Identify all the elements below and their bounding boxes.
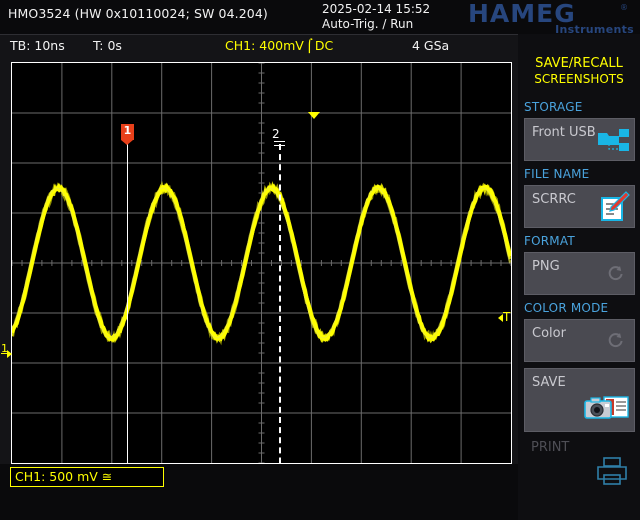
format-button[interactable]: PNG (524, 252, 635, 295)
filename-value: SCRRC (532, 192, 576, 207)
print-label: PRINT (531, 440, 570, 455)
hameg-logo: HAMEG ® Instruments (468, 1, 636, 36)
trigger-state-text: Auto-Trig. / Run (322, 17, 414, 31)
channel1-trace (12, 180, 511, 346)
channel1-status-box[interactable]: CH1: 500 mV ≅ (10, 467, 164, 487)
channel1-ground-marker[interactable]: 1 (0, 343, 12, 363)
cursor1-label: 1 (123, 124, 132, 137)
refresh-icon (608, 333, 623, 348)
trigger-marker-label: T (503, 310, 511, 324)
colormode-label: COLOR MODE (524, 301, 609, 315)
ground-marker-arrow-icon (7, 350, 12, 358)
menu-title: SAVE/RECALL (535, 56, 623, 71)
coupling-text: DC (314, 38, 334, 53)
trigger-level-marker[interactable]: T (498, 310, 518, 325)
menu-subtitle: SCREENSHOTS (534, 72, 624, 86)
oscilloscope-screen: HMO3524 (HW 0x10110024; SW 04.204) 2025-… (0, 0, 640, 520)
cursor2-line[interactable] (279, 144, 281, 514)
print-button[interactable]: PRINT (524, 434, 635, 498)
save-label: SAVE (532, 375, 566, 390)
channel1-status-text: CH1: 500 mV ≅ (15, 469, 113, 484)
sample-rate-readout: 4 GSa (412, 38, 450, 53)
colormode-value: Color (532, 326, 566, 341)
device-model-text: HMO3524 (HW 0x10110024; SW 04.204) (8, 6, 268, 21)
printer-icon (597, 457, 627, 485)
format-label: FORMAT (524, 234, 575, 248)
storage-label: STORAGE (524, 100, 583, 114)
cursor2-label: 2 (272, 127, 280, 141)
refresh-icon (608, 266, 623, 281)
cursor1-line[interactable] (127, 138, 128, 514)
status-bar: CH1: 500 mV ≅ (0, 464, 518, 520)
coupling-symbol-icon: ⌠ (306, 38, 313, 53)
storage-button[interactable]: Front USB (524, 118, 635, 161)
camera-icon (584, 396, 629, 419)
graticule[interactable] (11, 62, 512, 464)
trigger-time-readout[interactable]: T: 0s (93, 38, 122, 53)
notepad-pen-icon (601, 191, 630, 221)
channel1-scale-readout[interactable]: CH1: 400mV ⌠ DC (225, 38, 333, 53)
trigger-position-marker-icon[interactable] (308, 112, 320, 119)
side-menu[interactable]: SAVE/RECALL SCREENSHOTS STORAGE Front US… (518, 34, 640, 520)
colormode-button[interactable]: Color (524, 319, 635, 362)
folder-usb-icon (598, 129, 629, 151)
header-bar: HMO3524 (HW 0x10110024; SW 04.204) 2025-… (0, 0, 640, 36)
timebase-readout[interactable]: TB: 10ns (10, 38, 65, 53)
filename-label: FILE NAME (524, 167, 590, 181)
channel1-scale-text: CH1: 400mV (225, 38, 304, 53)
format-value: PNG (532, 259, 560, 274)
waveform-area[interactable]: 1 2 1 T V-Marker: (CH1) V1: 1.10 V V2: -… (0, 56, 518, 514)
datetime-text: 2025-02-14 15:52 (322, 2, 431, 16)
save-button[interactable]: SAVE (524, 368, 635, 432)
registered-mark: ® (620, 3, 628, 12)
storage-value: Front USB (532, 125, 596, 140)
filename-button[interactable]: SCRRC (524, 185, 635, 228)
cursor2-handle-icon[interactable] (274, 141, 285, 146)
